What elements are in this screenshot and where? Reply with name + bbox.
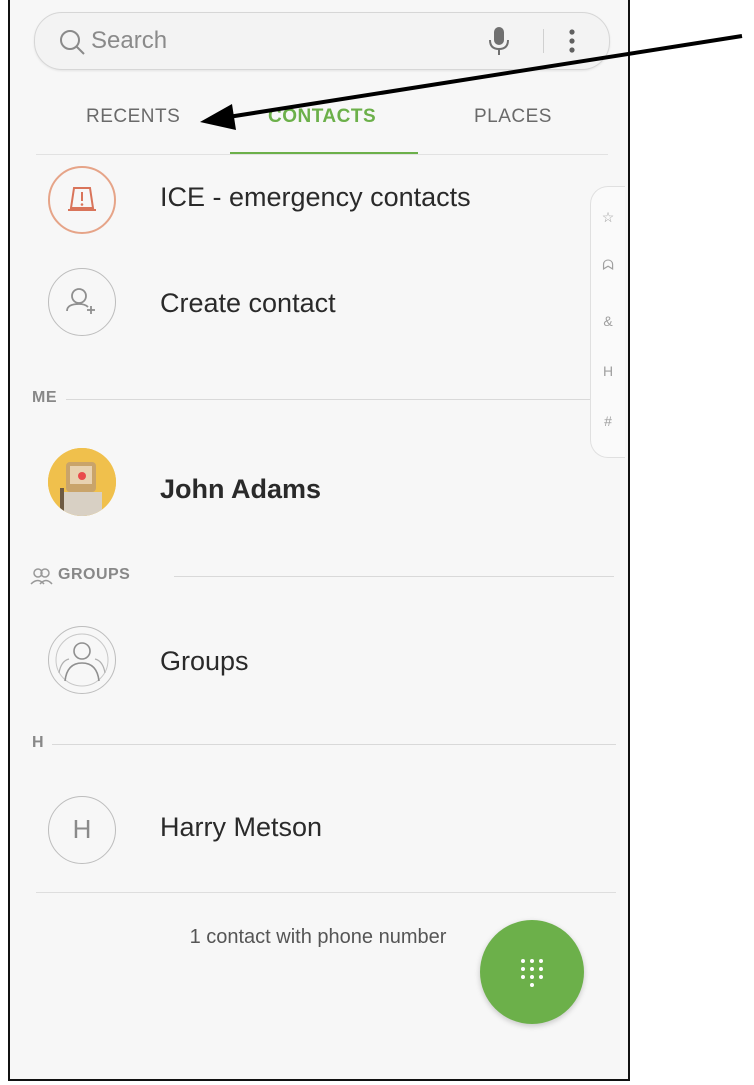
section-header-me: ME xyxy=(32,389,57,406)
tab-places[interactable]: PLACES xyxy=(474,106,552,128)
fast-scroll-index[interactable]: ☆ ᗣ & H # xyxy=(590,186,625,458)
contact-initial-avatar: H xyxy=(48,796,116,864)
tab-contacts[interactable]: CONTACTS xyxy=(268,106,376,128)
warning-icon xyxy=(48,166,116,234)
search-input[interactable]: Search xyxy=(91,27,167,55)
profile-avatar xyxy=(48,448,116,516)
section-header-groups: GROUPS xyxy=(58,566,131,583)
index-groups[interactable]: ᗣ xyxy=(591,257,625,274)
more-options-icon[interactable] xyxy=(562,25,582,57)
groups-section-icon xyxy=(30,568,53,585)
ice-label: ICE - emergency contacts xyxy=(160,182,471,212)
index-h[interactable]: H xyxy=(591,363,625,379)
tab-recents[interactable]: RECENTS xyxy=(86,106,180,128)
dialpad-icon xyxy=(521,959,543,987)
create-contact-label: Create contact xyxy=(160,288,336,318)
tabs-divider xyxy=(36,154,608,155)
contact-name-harry-metson: Harry Metson xyxy=(160,812,323,842)
section-divider-h xyxy=(52,744,616,745)
section-divider-groups xyxy=(174,576,614,577)
active-tab-indicator xyxy=(230,152,418,154)
index-ampersand[interactable]: & xyxy=(591,313,625,329)
search-icon xyxy=(60,30,85,55)
contact-name-john-adams: John Adams xyxy=(160,474,322,504)
dialpad-button[interactable] xyxy=(480,920,584,1024)
phone-screen: Search RECENTS CONTACTS PLACES ICE - eme… xyxy=(8,0,630,1081)
footer-divider xyxy=(36,892,616,893)
search-divider xyxy=(543,29,544,53)
section-header-h: H xyxy=(32,734,45,751)
index-hash[interactable]: # xyxy=(591,413,625,429)
groups-label: Groups xyxy=(160,646,249,676)
add-contact-icon xyxy=(48,268,116,336)
contact-count-label: 1 contact with phone number xyxy=(189,926,447,948)
microphone-icon[interactable] xyxy=(487,25,511,57)
search-bar[interactable]: Search xyxy=(34,12,610,70)
section-divider-me xyxy=(66,399,590,400)
groups-icon xyxy=(48,626,116,694)
index-favorites[interactable]: ☆ xyxy=(591,209,625,226)
